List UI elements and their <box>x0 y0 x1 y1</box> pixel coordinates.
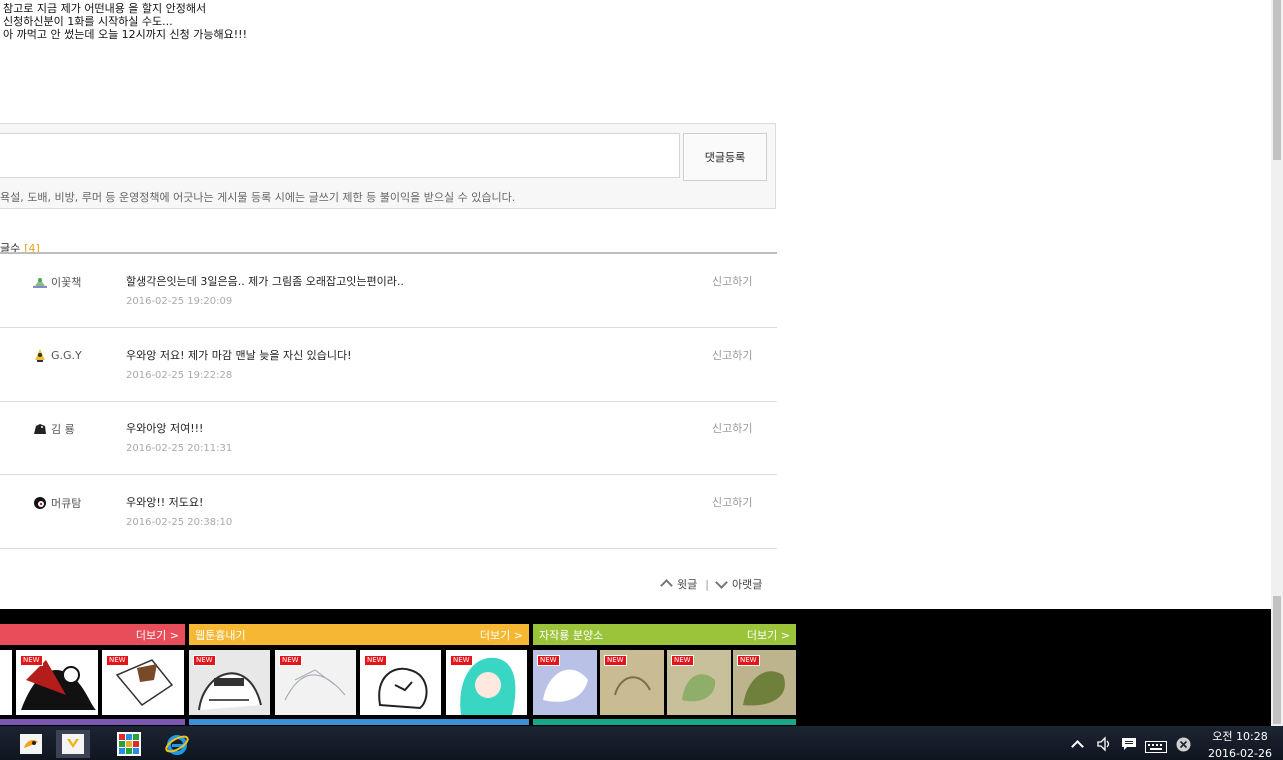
comment-author-name: G.G.Y <box>51 348 82 362</box>
comment-text: 할생각은잇는데 3일은음.. 제가 그림좀 오래잡고잇는편이라.. <box>126 275 404 288</box>
clock-time: 오전 10:28 <box>1212 730 1268 743</box>
comment-author[interactable]: 머큐탐 <box>33 495 81 511</box>
post-line-3: 아 까먹고 안 썼는데 오늘 12시까지 신청 가능해요!!! <box>3 28 247 41</box>
internet-explorer-icon <box>165 735 189 755</box>
next-post-label: 아랫글 <box>731 578 763 591</box>
taskbar-app-ie[interactable] <box>160 730 194 758</box>
new-badge: NEW <box>20 655 43 666</box>
thumbnail[interactable]: NEW <box>733 650 796 715</box>
next-post-link[interactable]: 아랫글 <box>715 576 763 592</box>
thumbnail[interactable]: NEW <box>533 650 597 715</box>
comment-submit-button[interactable]: 댓글등록 <box>683 133 767 181</box>
new-badge: NEW <box>537 655 560 666</box>
thumbnail[interactable]: NEW <box>600 650 664 715</box>
thumbnail[interactable]: NEW <box>446 650 527 715</box>
comment-text: 우와앙 저요! 제가 마감 맨날 늦을 자신 있습니다! <box>126 349 352 362</box>
new-badge: NEW <box>364 655 387 666</box>
pager-separator: | <box>705 577 709 591</box>
grid-app-icon <box>117 732 141 756</box>
report-link[interactable]: 신고하기 <box>712 273 752 289</box>
category-underbar <box>189 719 529 725</box>
taskbar-app-1[interactable] <box>14 730 48 758</box>
new-badge: NEW <box>279 655 302 666</box>
more-link[interactable]: 더보기 > <box>480 627 523 643</box>
report-link[interactable]: 신고하기 <box>712 494 752 510</box>
more-link[interactable]: 더보기 > <box>136 627 179 643</box>
category-header-2: 웹툰흉내기 더보기 > <box>189 624 529 645</box>
chevron-up-icon <box>660 579 673 592</box>
new-badge: NEW <box>737 655 760 666</box>
app-icon <box>20 734 42 754</box>
new-badge: NEW <box>671 655 694 666</box>
post-line-1: 참고로 지금 제가 어떤내용 을 할지 안정해서 <box>3 2 207 15</box>
comment-author[interactable]: G.G.Y <box>33 348 82 362</box>
category-underbar <box>533 719 796 725</box>
category-underbar <box>0 719 185 725</box>
post-line-2: 신청하신분이 1화를 시작하실 수도... <box>3 15 173 28</box>
comment-row: 머큐탐 우와앙!! 저도요! 2016-02-25 20:38:10 신고하기 <box>0 475 777 549</box>
comment-policy-notice: 욕설, 도배, 비방, 루머 등 운영정책에 어긋나는 게시물 등록 시에는 글… <box>0 191 516 204</box>
comment-date: 2016-02-25 19:22:28 <box>126 370 233 381</box>
comment-author[interactable]: 김 룡 <box>33 421 75 437</box>
comment-text: 우와앙!! 저도요! <box>126 496 204 509</box>
new-badge: NEW <box>106 655 129 666</box>
app-icon <box>62 734 84 754</box>
thumbnail[interactable]: NEW <box>667 650 731 715</box>
chevron-down-icon <box>715 576 728 589</box>
new-badge: NEW <box>193 655 216 666</box>
new-badge: NEW <box>604 655 627 666</box>
comment-row: 김 룡 우와아앙 저여!!! 2016-02-25 20:11:31 신고하기 <box>0 401 777 475</box>
thumbnail[interactable]: NEW <box>189 650 270 715</box>
comment-row: G.G.Y 우와앙 저요! 제가 마감 맨날 늦을 자신 있습니다! 2016-… <box>0 328 777 402</box>
comment-date: 2016-02-25 19:20:09 <box>126 296 233 307</box>
dragon-icon <box>33 422 47 436</box>
comment-date: 2016-02-25 20:11:31 <box>126 443 233 454</box>
category-header-1: 더보기 > <box>0 624 185 645</box>
report-link[interactable]: 신고하기 <box>712 420 752 436</box>
category-header-3: 자작룡 분양소 더보기 > <box>533 624 796 645</box>
close-circle-icon[interactable] <box>1176 737 1191 756</box>
tray-overflow-icon[interactable] <box>1071 736 1084 755</box>
clock-date: 2016-02-26 <box>1208 747 1272 760</box>
thumbnail[interactable]: NEW <box>360 650 441 715</box>
new-badge: NEW <box>450 655 473 666</box>
comment-row: 이꽃책 할생각은잇는데 3일은음.. 제가 그림좀 오래잡고잇는편이라.. 20… <box>0 254 777 328</box>
taskbar-app-2[interactable] <box>56 730 90 758</box>
comment-author-name: 머큐탐 <box>51 497 82 510</box>
thumbnail[interactable]: NEW <box>102 650 184 715</box>
face-icon <box>33 496 47 510</box>
keyboard-icon[interactable] <box>1145 738 1167 757</box>
more-link[interactable]: 더보기 > <box>747 627 790 643</box>
thumbnail[interactable]: NEW <box>16 650 98 715</box>
category-title: 자작룡 분양소 <box>539 628 604 642</box>
scrollbar-thumb[interactable] <box>1273 0 1281 160</box>
comment-author-name: 김 룡 <box>51 423 75 436</box>
taskbar-clock[interactable]: 오전 10:28 2016-02-26 <box>1201 728 1279 760</box>
comment-input[interactable] <box>0 133 680 178</box>
volume-icon[interactable] <box>1096 736 1112 756</box>
report-link[interactable]: 신고하기 <box>712 347 752 363</box>
comment-author[interactable]: 이꽃책 <box>33 274 81 290</box>
post-pager: 윗글 | 아랫글 <box>660 576 763 592</box>
comment-date: 2016-02-25 20:38:10 <box>126 517 233 528</box>
character-icon <box>33 348 47 362</box>
thumbnail[interactable] <box>0 650 12 715</box>
category-title: 웹툰흉내기 <box>195 628 246 642</box>
prev-post-label: 윗글 <box>677 578 698 591</box>
prev-post-link[interactable]: 윗글 <box>660 576 698 592</box>
taskbar-app-3[interactable] <box>112 730 146 758</box>
flower-icon <box>33 275 47 289</box>
comment-form: 댓글등록 욕설, 도배, 비방, 루머 등 운영정책에 어긋나는 게시물 등록 … <box>0 123 776 209</box>
footer-scrollbar-thumb[interactable] <box>1273 596 1281 724</box>
comment-author-name: 이꽃책 <box>51 276 82 289</box>
comment-text: 우와아앙 저여!!! <box>126 422 204 435</box>
thumbnail[interactable]: NEW <box>275 650 356 715</box>
notification-icon[interactable] <box>1121 736 1137 756</box>
